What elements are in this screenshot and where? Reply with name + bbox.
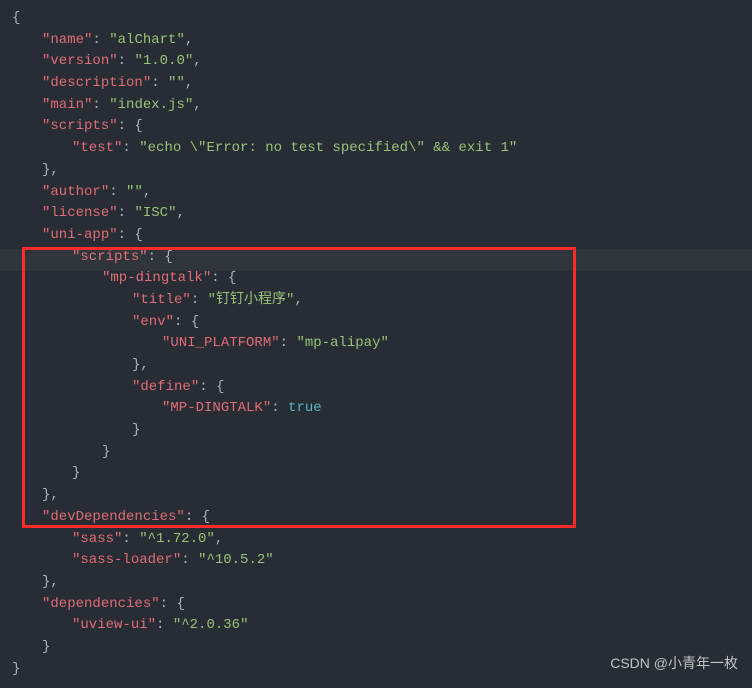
- code-line[interactable]: "author": "",: [12, 182, 740, 204]
- watermark: CSDN @小青年一枚: [610, 653, 738, 675]
- code-line[interactable]: "scripts": {: [12, 247, 740, 269]
- code-line[interactable]: "uview-ui": "^2.0.36": [12, 615, 740, 637]
- code-line[interactable]: "main": "index.js",: [12, 95, 740, 117]
- code-line[interactable]: {: [12, 8, 740, 30]
- code-line[interactable]: "dependencies": {: [12, 594, 740, 616]
- code-line[interactable]: "UNI_PLATFORM": "mp-alipay": [12, 333, 740, 355]
- code-line[interactable]: "mp-dingtalk": {: [12, 268, 740, 290]
- code-line[interactable]: "sass": "^1.72.0",: [12, 529, 740, 551]
- code-line[interactable]: "name": "alChart",: [12, 30, 740, 52]
- code-line[interactable]: },: [12, 572, 740, 594]
- code-line[interactable]: "test": "echo \"Error: no test specified…: [12, 138, 740, 160]
- code-line[interactable]: }: [12, 442, 740, 464]
- code-line[interactable]: "devDependencies": {: [12, 507, 740, 529]
- code-line[interactable]: "sass-loader": "^10.5.2": [12, 550, 740, 572]
- code-line[interactable]: "license": "ISC",: [12, 203, 740, 225]
- code-line[interactable]: "version": "1.0.0",: [12, 51, 740, 73]
- code-line[interactable]: "env": {: [12, 312, 740, 334]
- code-line[interactable]: },: [12, 485, 740, 507]
- code-line[interactable]: "scripts": {: [12, 116, 740, 138]
- code-line[interactable]: "MP-DINGTALK": true: [12, 398, 740, 420]
- code-line[interactable]: "define": {: [12, 377, 740, 399]
- code-line[interactable]: "description": "",: [12, 73, 740, 95]
- code-line[interactable]: "uni-app": {: [12, 225, 740, 247]
- code-line[interactable]: "title": "钉钉小程序",: [12, 290, 740, 312]
- code-editor[interactable]: {"name": "alChart","version": "1.0.0","d…: [0, 0, 752, 688]
- code-line[interactable]: }: [12, 463, 740, 485]
- code-line[interactable]: },: [12, 160, 740, 182]
- code-line[interactable]: },: [12, 355, 740, 377]
- code-line[interactable]: }: [12, 420, 740, 442]
